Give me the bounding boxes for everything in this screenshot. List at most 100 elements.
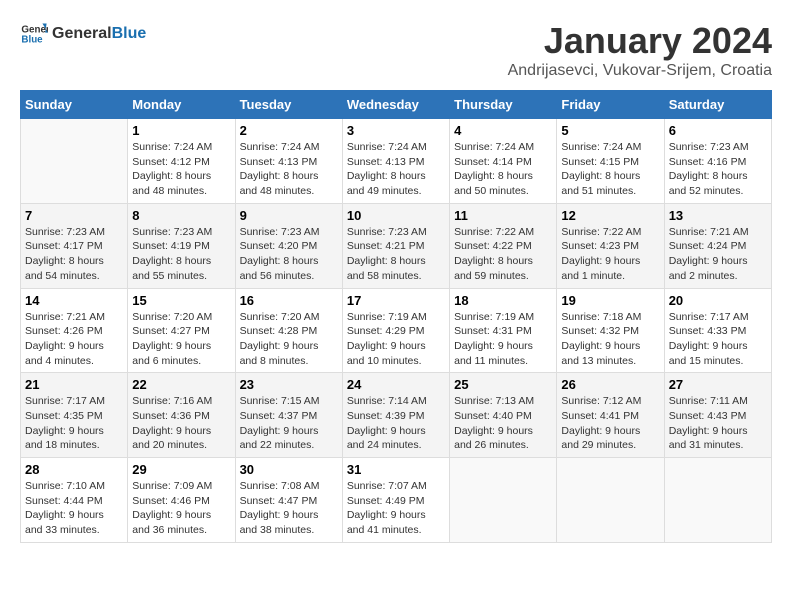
- calendar-cell: 11Sunrise: 7:22 AMSunset: 4:22 PMDayligh…: [450, 203, 557, 288]
- day-number: 14: [25, 293, 123, 308]
- calendar-cell: 12Sunrise: 7:22 AMSunset: 4:23 PMDayligh…: [557, 203, 664, 288]
- calendar-cell: 30Sunrise: 7:08 AMSunset: 4:47 PMDayligh…: [235, 458, 342, 543]
- logo-text-blue: Blue: [112, 25, 147, 42]
- weekday-header-monday: Monday: [128, 91, 235, 119]
- day-number: 20: [669, 293, 767, 308]
- day-number: 3: [347, 123, 445, 138]
- calendar-cell: 1Sunrise: 7:24 AMSunset: 4:12 PMDaylight…: [128, 119, 235, 204]
- week-row-3: 14Sunrise: 7:21 AMSunset: 4:26 PMDayligh…: [21, 288, 772, 373]
- day-info: Sunrise: 7:07 AMSunset: 4:49 PMDaylight:…: [347, 479, 445, 538]
- weekday-header-sunday: Sunday: [21, 91, 128, 119]
- day-number: 23: [240, 377, 338, 392]
- day-info: Sunrise: 7:24 AMSunset: 4:13 PMDaylight:…: [240, 140, 338, 199]
- calendar-cell: [21, 119, 128, 204]
- calendar-cell: 25 Sunrise: 7:13 AMSunset: 4:40 PMDayligh…: [450, 373, 557, 458]
- week-row-1: 1Sunrise: 7:24 AMSunset: 4:12 PMDaylight…: [21, 119, 772, 204]
- day-number: 19: [561, 293, 659, 308]
- weekday-header-friday: Friday: [557, 91, 664, 119]
- weekday-header-thursday: Thursday: [450, 91, 557, 119]
- calendar-cell: 26Sunrise: 7:12 AMSunset: 4:41 PMDayligh…: [557, 373, 664, 458]
- day-number: 2: [240, 123, 338, 138]
- weekday-header-wednesday: Wednesday: [342, 91, 449, 119]
- calendar-cell: 4Sunrise: 7:24 AMSunset: 4:14 PMDaylight…: [450, 119, 557, 204]
- calendar-cell: 10 Sunrise: 7:23 AMSunset: 4:21 PMDayligh…: [342, 203, 449, 288]
- logo-icon: General Blue: [20, 20, 48, 48]
- calendar-cell: 20 Sunrise: 7:17 AMSunset: 4:33 PMDayligh…: [664, 288, 771, 373]
- day-info: Sunrise: 7:24 AMSunset: 4:13 PMDaylight:…: [347, 140, 445, 199]
- svg-text:Blue: Blue: [21, 34, 43, 45]
- calendar-cell: 27 Sunrise: 7:11 AMSunset: 4:43 PMDayligh…: [664, 373, 771, 458]
- day-number: 7: [25, 208, 123, 223]
- calendar-cell: 22 Sunrise: 7:16 AMSunset: 4:36 PMDayligh…: [128, 373, 235, 458]
- day-number: 26: [561, 377, 659, 392]
- day-info: Sunrise: 7:10 AMSunset: 4:44 PMDaylight:…: [25, 479, 123, 538]
- calendar-cell: 31Sunrise: 7:07 AMSunset: 4:49 PMDayligh…: [342, 458, 449, 543]
- day-number: 15: [132, 293, 230, 308]
- calendar-cell: [450, 458, 557, 543]
- day-info: Sunrise: 7:17 AMSunset: 4:33 PMDaylight:…: [669, 310, 767, 369]
- calendar-cell: 7 Sunrise: 7:23 AMSunset: 4:17 PMDaylight…: [21, 203, 128, 288]
- week-row-2: 7 Sunrise: 7:23 AMSunset: 4:17 PMDaylight…: [21, 203, 772, 288]
- day-info: Sunrise: 7:20 AMSunset: 4:28 PMDaylight:…: [240, 310, 338, 369]
- day-number: 25: [454, 377, 552, 392]
- day-info: Sunrise: 7:23 AMSunset: 4:19 PMDaylight:…: [132, 225, 230, 284]
- day-number: 6: [669, 123, 767, 138]
- calendar-cell: 18Sunrise: 7:19 AMSunset: 4:31 PMDayligh…: [450, 288, 557, 373]
- day-number: 10: [347, 208, 445, 223]
- header-row: SundayMondayTuesdayWednesdayThursdayFrid…: [21, 91, 772, 119]
- day-number: 9: [240, 208, 338, 223]
- month-title: January 2024: [508, 20, 772, 62]
- calendar-cell: [557, 458, 664, 543]
- day-number: 28: [25, 462, 123, 477]
- calendar-cell: 2 Sunrise: 7:24 AMSunset: 4:13 PMDaylight…: [235, 119, 342, 204]
- day-number: 22: [132, 377, 230, 392]
- calendar-cell: 8Sunrise: 7:23 AMSunset: 4:19 PMDaylight…: [128, 203, 235, 288]
- day-number: 12: [561, 208, 659, 223]
- day-info: Sunrise: 7:23 AMSunset: 4:17 PMDaylight:…: [25, 225, 123, 284]
- day-info: Sunrise: 7:18 AMSunset: 4:32 PMDaylight:…: [561, 310, 659, 369]
- day-number: 29: [132, 462, 230, 477]
- day-number: 13: [669, 208, 767, 223]
- location-title: Andrijasevci, Vukovar-Srijem, Croatia: [508, 62, 772, 80]
- calendar-body: 1Sunrise: 7:24 AMSunset: 4:12 PMDaylight…: [21, 119, 772, 543]
- calendar-cell: 19 Sunrise: 7:18 AMSunset: 4:32 PMDayligh…: [557, 288, 664, 373]
- weekday-header-tuesday: Tuesday: [235, 91, 342, 119]
- calendar-header: SundayMondayTuesdayWednesdayThursdayFrid…: [21, 91, 772, 119]
- weekday-header-saturday: Saturday: [664, 91, 771, 119]
- day-info: Sunrise: 7:23 AMSunset: 4:21 PMDaylight:…: [347, 225, 445, 284]
- calendar-cell: 17 Sunrise: 7:19 AMSunset: 4:29 PMDayligh…: [342, 288, 449, 373]
- day-number: 11: [454, 208, 552, 223]
- calendar-cell: 24Sunrise: 7:14 AMSunset: 4:39 PMDayligh…: [342, 373, 449, 458]
- calendar-cell: 21 Sunrise: 7:17 AMSunset: 4:35 PMDayligh…: [21, 373, 128, 458]
- calendar-cell: 9Sunrise: 7:23 AMSunset: 4:20 PMDaylight…: [235, 203, 342, 288]
- day-info: Sunrise: 7:08 AMSunset: 4:47 PMDaylight:…: [240, 479, 338, 538]
- day-number: 5: [561, 123, 659, 138]
- calendar-cell: 16Sunrise: 7:20 AMSunset: 4:28 PMDayligh…: [235, 288, 342, 373]
- day-info: Sunrise: 7:19 AMSunset: 4:31 PMDaylight:…: [454, 310, 552, 369]
- logo-text-general: General: [52, 25, 112, 42]
- calendar-cell: 29 Sunrise: 7:09 AMSunset: 4:46 PMDayligh…: [128, 458, 235, 543]
- calendar-cell: 13 Sunrise: 7:21 AMSunset: 4:24 PMDayligh…: [664, 203, 771, 288]
- calendar-cell: 28 Sunrise: 7:10 AMSunset: 4:44 PMDayligh…: [21, 458, 128, 543]
- day-info: Sunrise: 7:16 AMSunset: 4:36 PMDaylight:…: [132, 394, 230, 453]
- day-info: Sunrise: 7:09 AMSunset: 4:46 PMDaylight:…: [132, 479, 230, 538]
- day-info: Sunrise: 7:21 AMSunset: 4:24 PMDaylight:…: [669, 225, 767, 284]
- title-area: January 2024 Andrijasevci, Vukovar-Srije…: [508, 20, 772, 80]
- calendar-cell: 3 Sunrise: 7:24 AMSunset: 4:13 PMDaylight…: [342, 119, 449, 204]
- calendar-cell: 15Sunrise: 7:20 AMSunset: 4:27 PMDayligh…: [128, 288, 235, 373]
- day-number: 4: [454, 123, 552, 138]
- day-number: 27: [669, 377, 767, 392]
- day-info: Sunrise: 7:11 AMSunset: 4:43 PMDaylight:…: [669, 394, 767, 453]
- day-info: Sunrise: 7:13 AMSunset: 4:40 PMDaylight:…: [454, 394, 552, 453]
- day-info: Sunrise: 7:23 AMSunset: 4:16 PMDaylight:…: [669, 140, 767, 199]
- week-row-5: 28 Sunrise: 7:10 AMSunset: 4:44 PMDayligh…: [21, 458, 772, 543]
- day-info: Sunrise: 7:24 AMSunset: 4:12 PMDaylight:…: [132, 140, 230, 199]
- calendar-cell: 5Sunrise: 7:24 AMSunset: 4:15 PMDaylight…: [557, 119, 664, 204]
- day-info: Sunrise: 7:14 AMSunset: 4:39 PMDaylight:…: [347, 394, 445, 453]
- day-number: 21: [25, 377, 123, 392]
- day-number: 17: [347, 293, 445, 308]
- calendar-cell: 6 Sunrise: 7:23 AMSunset: 4:16 PMDaylight…: [664, 119, 771, 204]
- day-info: Sunrise: 7:17 AMSunset: 4:35 PMDaylight:…: [25, 394, 123, 453]
- calendar-table: SundayMondayTuesdayWednesdayThursdayFrid…: [20, 90, 772, 543]
- day-info: Sunrise: 7:19 AMSunset: 4:29 PMDaylight:…: [347, 310, 445, 369]
